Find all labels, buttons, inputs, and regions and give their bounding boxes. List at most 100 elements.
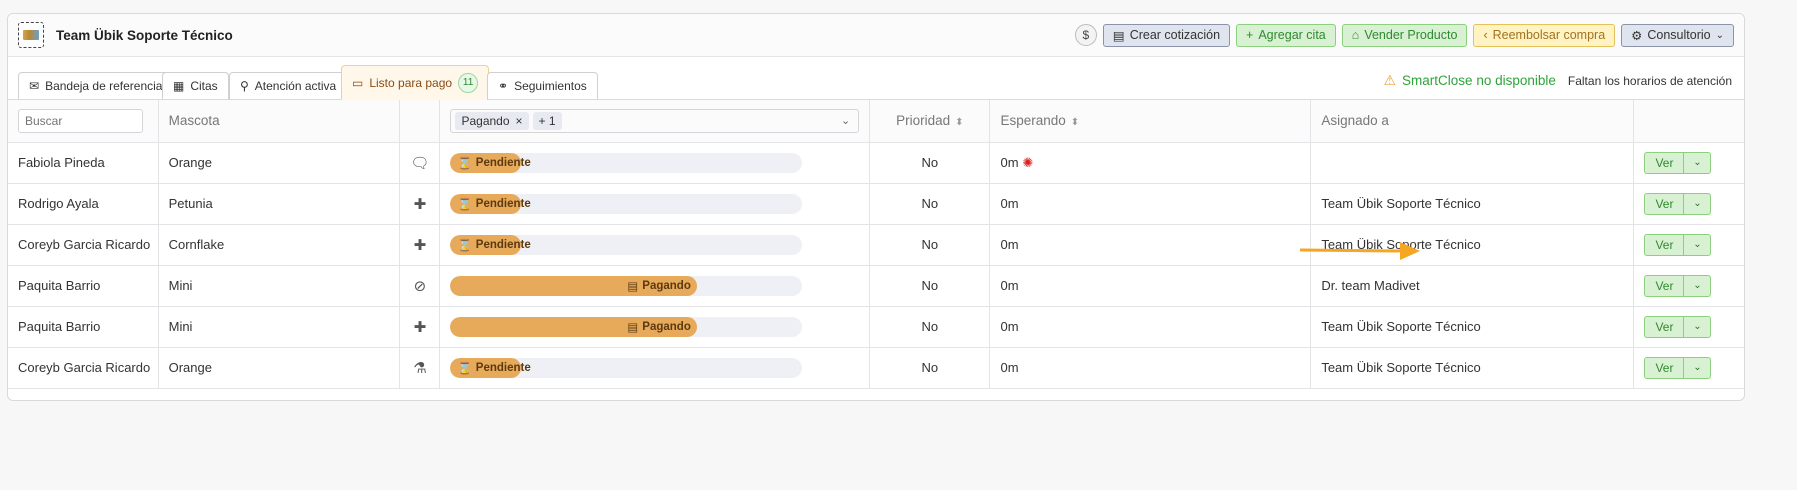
status-progress: ⌛ Pendiente: [450, 357, 803, 378]
waiting-cell: 0m: [989, 183, 1312, 225]
assigned-to: Team Übik Soporte Técnico: [1310, 347, 1635, 389]
owner-name: Paquita Barrio: [8, 306, 159, 348]
plus-cross-icon: ✚: [399, 224, 441, 266]
view-button[interactable]: Ver ⌄: [1644, 315, 1712, 338]
status-icon: ⌛: [457, 362, 472, 375]
assigned-to: Team Übik Soporte Técnico: [1310, 183, 1635, 225]
bandage-icon: ⊘: [399, 265, 441, 307]
search-input[interactable]: [18, 108, 143, 133]
pet-name: Orange: [158, 142, 401, 184]
chevron-down-icon[interactable]: ⌄: [1684, 276, 1710, 296]
smartclose-status: ⚠ SmartClose no disponible Faltan los ho…: [1383, 72, 1732, 89]
office-dropdown[interactable]: ⚙ Consultorio ⌄: [1621, 23, 1734, 47]
table-row[interactable]: Coreyb Garcia Ricardo Cornflake ✚ ⌛ Pendient…: [8, 224, 1744, 266]
column-priority[interactable]: Prioridad ⬍: [869, 100, 991, 143]
count-badge: 11: [458, 72, 479, 93]
dollar-button[interactable]: $: [1074, 24, 1097, 46]
waiting-cell: 0m: [989, 265, 1312, 307]
status-label: Pagando: [642, 279, 691, 292]
tab-ready-to-pay[interactable]: ▭ Listo para pago 11: [341, 65, 490, 100]
chevron-down-icon[interactable]: ⌄: [1684, 358, 1710, 378]
tab-active-care[interactable]: ⚲ Atención activa: [229, 72, 348, 100]
status-progress: ▤ Pagando: [450, 275, 803, 296]
filter-chip: Pagando ×: [455, 111, 529, 130]
smartclose-text[interactable]: SmartClose no disponible: [1402, 73, 1556, 88]
chevron-down-icon[interactable]: ⌄: [1684, 235, 1710, 255]
priority-value: No: [869, 224, 991, 266]
table-row[interactable]: Rodrigo Ayala Petunia ✚ ⌛ Pendiente No 0m Team …: [8, 183, 1744, 225]
store-icon: ⌂: [1351, 28, 1360, 42]
plus-cross-icon: ✚: [399, 306, 441, 348]
view-button[interactable]: Ver ⌄: [1644, 151, 1712, 174]
card-icon: ▭: [352, 75, 364, 90]
assigned-to: Dr. team Madivet: [1310, 265, 1635, 307]
filter-more-chip: + 1: [532, 111, 562, 130]
office-icon: ⚙: [1631, 28, 1643, 43]
view-button[interactable]: Ver ⌄: [1644, 233, 1712, 256]
column-assigned: Asignado a: [1310, 100, 1635, 143]
add-appointment-button[interactable]: + Agregar cita: [1236, 23, 1336, 47]
status-label: Pendiente: [475, 361, 531, 374]
sell-product-button[interactable]: ⌂ Vender Producto: [1341, 23, 1468, 47]
page-title: Team Übik Soporte Técnico: [56, 27, 233, 43]
plus-cross-icon: ✚: [399, 183, 441, 225]
chevron-down-icon[interactable]: ⌄: [1684, 194, 1710, 214]
assigned-to: [1310, 142, 1635, 184]
sort-icon: ⬍: [955, 117, 964, 129]
view-button[interactable]: Ver ⌄: [1644, 356, 1712, 379]
status-label: Pendiente: [475, 156, 531, 169]
flask-icon: ⚗: [399, 347, 441, 389]
calendar-icon: ▦: [173, 79, 185, 93]
refund-button[interactable]: ‹ Reembolsar compra: [1473, 23, 1616, 47]
chevron-down-icon[interactable]: ⌄: [1684, 153, 1710, 173]
status-progress: ⌛ Pendiente: [450, 193, 803, 214]
table-row[interactable]: Paquita Barrio Mini ✚ ▤ Pagando No 0m Team Übik…: [8, 306, 1744, 348]
table-row[interactable]: Paquita Barrio Mini ⊘ ▤ Pagando No 0m Dr. team …: [8, 265, 1744, 307]
status-label: Pendiente: [475, 197, 531, 210]
chevron-down-icon[interactable]: ⌄: [841, 114, 850, 127]
chevron-down-icon: ⌄: [1715, 29, 1724, 41]
owner-name: Coreyb Garcia Ricardo: [8, 224, 159, 266]
view-button[interactable]: Ver ⌄: [1644, 192, 1712, 215]
main-panel: Team Übik Soporte Técnico $ ▤ Crear coti…: [7, 13, 1745, 401]
status-progress: ⌛ Pendiente: [450, 152, 803, 173]
tab-appointments[interactable]: ▦ Citas: [162, 72, 229, 100]
priority-value: No: [869, 347, 991, 389]
status-filter[interactable]: Pagando × + 1 ⌄: [450, 108, 860, 133]
assigned-to: Team Übik Soporte Técnico: [1310, 224, 1635, 266]
status-progress: ▤ Pagando: [450, 316, 803, 337]
plus-icon: +: [1246, 28, 1254, 42]
alert-icon: ✺: [1022, 154, 1034, 170]
header-actions: $ ▤ Crear cotización + Agregar cita ⌂ Ve…: [1074, 23, 1734, 47]
owner-name: Fabiola Pineda: [8, 142, 159, 184]
status-icon: ⌛: [457, 198, 472, 211]
pet-name: Mini: [158, 265, 401, 307]
column-pet: Mascota: [158, 100, 401, 143]
status-icon: ⌛: [457, 239, 472, 252]
mail-icon: ✉: [29, 79, 40, 93]
table-row[interactable]: Fabiola Pineda Orange 🗨 ⌛ Pendiente No 0m ✺ Ver ⌄: [8, 142, 1744, 184]
chevron-down-icon[interactable]: ⌄: [1684, 317, 1710, 337]
header-bar: Team Übik Soporte Técnico $ ▤ Crear coti…: [8, 14, 1744, 57]
payments-table: Mascota Pagando × + 1 ⌄ Prioridad⬍: [8, 100, 1744, 389]
pet-name: Petunia: [158, 183, 401, 225]
tab-referrals[interactable]: ✉ Bandeja de referencias: [18, 72, 180, 100]
status-label: Pendiente: [475, 238, 531, 251]
pet-name: Cornflake: [158, 224, 401, 266]
close-icon[interactable]: ×: [516, 114, 523, 128]
view-button[interactable]: Ver ⌄: [1644, 274, 1712, 297]
tab-follow-ups[interactable]: ⚭ Seguimientos: [487, 72, 598, 100]
smartclose-reason: Faltan los horarios de atención: [1567, 73, 1732, 88]
status-icon: ▤: [627, 280, 639, 293]
status-icon: ⌛: [457, 157, 472, 170]
priority-value: No: [869, 142, 991, 184]
pet-name: Orange: [158, 347, 401, 389]
status-progress: ⌛ Pendiente: [450, 234, 803, 255]
table-row[interactable]: Coreyb Garcia Ricardo Orange ⚗ ⌛ Pendiente No…: [8, 347, 1744, 389]
priority-value: No: [869, 183, 991, 225]
chevron-left-icon: ‹: [1483, 28, 1488, 42]
table-header: Mascota Pagando × + 1 ⌄ Prioridad⬍: [8, 100, 1744, 143]
document-icon: ▤: [1112, 28, 1125, 43]
column-waiting[interactable]: Esperando ⬍: [989, 100, 1312, 143]
create-quote-button[interactable]: ▤ Crear cotización: [1102, 23, 1231, 47]
